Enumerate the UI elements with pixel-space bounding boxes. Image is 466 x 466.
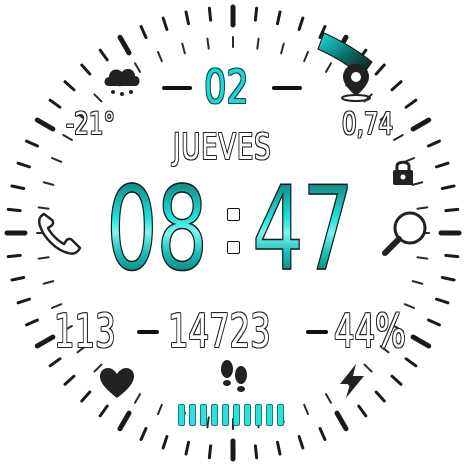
stat-middle-value: 14723 [168,304,271,358]
step-progress-bar [178,404,288,426]
time-colon-bottom [227,241,240,254]
map-pin-icon [341,64,371,102]
temperature-value: -21° [66,107,115,142]
step-progress-segment [266,404,273,426]
lightning-icon[interactable] [336,362,368,400]
step-progress-segment [178,404,185,426]
step-progress-segment [200,404,207,426]
time-minutes: 47 [251,162,354,297]
stat-left-value: 113 [54,304,116,358]
stat-right-value: 44% [334,304,406,358]
step-progress-segment [211,404,218,426]
search-icon[interactable] [380,208,432,260]
step-progress-segment [189,404,196,426]
step-progress-segment [255,404,262,426]
stat-dash-2 [306,330,328,334]
footprints-icon[interactable] [216,358,252,398]
watch-face: 02 -21° 0,74 JUEVES 08 47 113 14723 44% [0,0,466,466]
weekday-label: JUEVES [173,127,272,168]
step-progress-segment [233,404,240,426]
stat-dash-1 [137,330,159,334]
lock-icon[interactable] [390,157,416,187]
phone-icon[interactable] [34,208,84,258]
date-dash-right [272,86,302,90]
step-progress-segment [277,404,284,426]
location-value: 0,74 [342,107,394,142]
date-dash-left [162,86,192,90]
day-of-month: 02 [204,60,249,114]
heart-icon[interactable] [98,366,136,400]
cloud-snow-icon [104,68,140,96]
step-progress-segment [244,404,251,426]
time-colon-top [227,208,240,221]
time-hours: 08 [105,162,208,297]
step-progress-segment [222,404,229,426]
